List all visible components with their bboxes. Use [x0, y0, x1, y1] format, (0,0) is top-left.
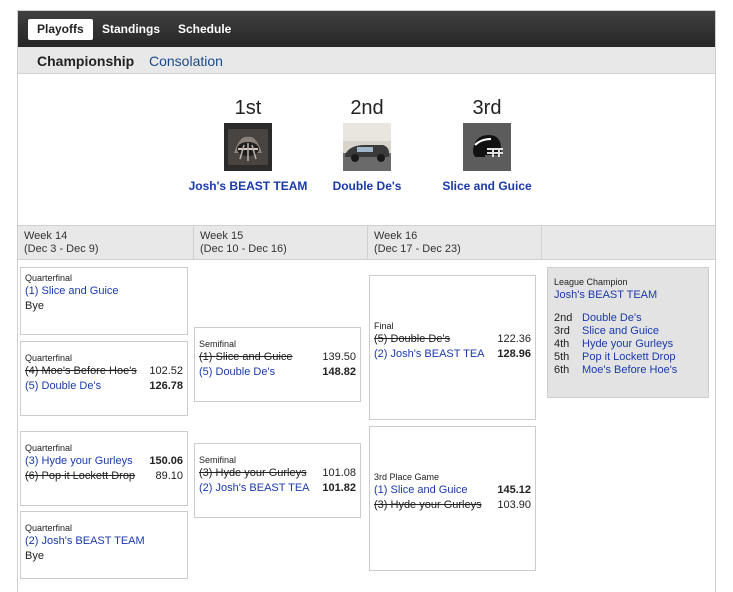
- place-label: 3rd: [554, 325, 570, 337]
- round-label: Quarterfinal: [25, 443, 73, 453]
- score: 128.96: [497, 348, 531, 360]
- champion-team-link[interactable]: Josh's BEAST TEAM: [554, 288, 702, 302]
- week-14-header: Week 14 (Dec 3 - Dec 9): [18, 225, 194, 260]
- team-link[interactable]: (3) Hyde your Gurleys: [374, 499, 482, 511]
- place-label: 1st: [234, 97, 262, 119]
- team-link[interactable]: (5) Double De's: [199, 366, 275, 378]
- place-label: 3rd: [472, 97, 502, 119]
- matchup-quarterfinal-2[interactable]: Quarterfinal (4) Moe's Before Hoe's 102.5…: [20, 341, 188, 416]
- score: 122.36: [497, 333, 531, 345]
- team-link[interactable]: Hyde your Gurleys: [582, 338, 673, 350]
- score: 103.90: [497, 499, 531, 511]
- matchup-quarterfinal-3[interactable]: Quarterfinal (3) Hyde your Gurleys 150.06…: [20, 431, 188, 506]
- place-label: 2nd: [554, 312, 573, 324]
- team-link[interactable]: Pop it Lockett Drop: [582, 351, 676, 363]
- team-link[interactable]: Slice and Guice: [582, 325, 659, 337]
- team-link[interactable]: Slice and Guice: [427, 179, 547, 193]
- score: 148.82: [322, 366, 356, 378]
- team-logo-image[interactable]: [224, 123, 272, 171]
- podium-third: 3rd Slice and Guice: [427, 95, 547, 193]
- score: 126.78: [149, 380, 183, 392]
- place-label: 4th: [554, 338, 570, 350]
- score: 102.52: [149, 365, 183, 377]
- round-label: Semifinal: [199, 339, 237, 349]
- week-label: Week 14: [24, 230, 68, 242]
- score: 139.50: [322, 351, 356, 363]
- team-link[interactable]: (1) Slice and Guice: [374, 484, 468, 496]
- team-link[interactable]: Double De's: [307, 179, 427, 193]
- bracket-subnav: Championship Consolation: [18, 47, 715, 74]
- tab-playoffs[interactable]: Playoffs: [28, 19, 93, 40]
- team-link[interactable]: (1) Slice and Guice: [25, 285, 119, 297]
- round-label: Final: [374, 321, 394, 331]
- week-range: (Dec 3 - Dec 9): [24, 243, 99, 255]
- list-item: 4th Hyde your Gurleys: [554, 338, 702, 351]
- round-label: Quarterfinal: [25, 353, 73, 363]
- final-standings-list: 2nd Double De's 3rd Slice and Guice 4th Hyd…: [554, 312, 702, 377]
- list-item: 3rd Slice and Guice: [554, 325, 702, 338]
- list-item: 2nd Double De's: [554, 312, 702, 325]
- subtab-consolation[interactable]: Consolation: [149, 53, 223, 69]
- helmet-icon[interactable]: [463, 123, 511, 171]
- matchup-quarterfinal-1[interactable]: Quarterfinal (1) Slice and Guice Bye: [20, 267, 188, 335]
- tab-schedule[interactable]: Schedule: [169, 19, 240, 40]
- team-link[interactable]: (4) Moe's Before Hoe's: [25, 365, 137, 377]
- team-link[interactable]: (2) Josh's BEAST TEAM: [25, 535, 145, 547]
- subtab-championship[interactable]: Championship: [37, 53, 134, 69]
- team-link[interactable]: Moe's Before Hoe's: [582, 364, 677, 376]
- team-link[interactable]: (3) Hyde your Gurleys: [25, 455, 133, 467]
- podium-first: 1st Josh's BEAST TEAM: [188, 95, 308, 193]
- round-label: Semifinal: [199, 455, 237, 465]
- team-link[interactable]: Double De's: [582, 312, 642, 324]
- place-label: 2nd: [350, 97, 384, 119]
- team-link[interactable]: Josh's BEAST TEAM: [188, 179, 308, 193]
- score: 101.82: [322, 482, 356, 494]
- team-link[interactable]: (2) Josh's BEAST TEA: [374, 348, 485, 360]
- place-label: 5th: [554, 351, 570, 363]
- week-label: Week 16: [374, 230, 418, 242]
- podium-second: 2nd Double De's: [307, 95, 427, 193]
- score: 150.06: [149, 455, 183, 467]
- score: 145.12: [497, 484, 531, 496]
- week-16-header: Week 16 (Dec 17 - Dec 23): [368, 225, 542, 260]
- top-navigation: Playoffs Standings Schedule: [18, 11, 715, 47]
- playoffs-panel: Playoffs Standings Schedule Championship…: [17, 10, 716, 592]
- score: 101.08: [322, 467, 356, 479]
- team-link[interactable]: (5) Double De's: [374, 333, 450, 345]
- round-label: Quarterfinal: [25, 523, 73, 533]
- team-link[interactable]: (3) Hyde your Gurleys: [199, 467, 307, 479]
- team-link[interactable]: (2) Josh's BEAST TEA: [199, 482, 310, 494]
- matchup-quarterfinal-4[interactable]: Quarterfinal (2) Josh's BEAST TEAM Bye: [20, 511, 188, 579]
- team-link[interactable]: (1) Slice and Guice: [199, 351, 293, 363]
- round-label: Quarterfinal: [25, 273, 73, 283]
- champion-header: League Champion: [554, 277, 628, 287]
- matchup-third-place[interactable]: 3rd Place Game (1) Slice and Guice 145.12…: [369, 426, 536, 571]
- matchup-final[interactable]: Final (5) Double De's 122.36 (2) Josh's B…: [369, 275, 536, 420]
- matchup-semifinal-2[interactable]: Semifinal (3) Hyde your Gurleys 101.08 (2…: [194, 443, 361, 518]
- bye-label: Bye: [25, 300, 44, 312]
- matchup-semifinal-1[interactable]: Semifinal (1) Slice and Guice 139.50 (5) …: [194, 327, 361, 402]
- league-champion-panel: League Champion Josh's BEAST TEAM 2nd Dou…: [547, 267, 709, 398]
- week-range: (Dec 17 - Dec 23): [374, 243, 461, 255]
- week-range: (Dec 10 - Dec 16): [200, 243, 287, 255]
- week-15-header: Week 15 (Dec 10 - Dec 16): [194, 225, 368, 260]
- tab-standings[interactable]: Standings: [93, 19, 169, 40]
- champion-header-blank: [542, 225, 715, 260]
- team-logo-image[interactable]: [343, 123, 391, 171]
- list-item: 5th Pop it Lockett Drop: [554, 351, 702, 364]
- list-item: 6th Moe's Before Hoe's: [554, 364, 702, 377]
- round-label: 3rd Place Game: [374, 472, 440, 482]
- bye-label: Bye: [25, 550, 44, 562]
- week-label: Week 15: [200, 230, 244, 242]
- team-link[interactable]: (5) Double De's: [25, 380, 101, 392]
- score: 89.10: [155, 470, 183, 482]
- team-link[interactable]: (6) Pop it Lockett Drop: [25, 470, 135, 482]
- place-label: 6th: [554, 364, 570, 376]
